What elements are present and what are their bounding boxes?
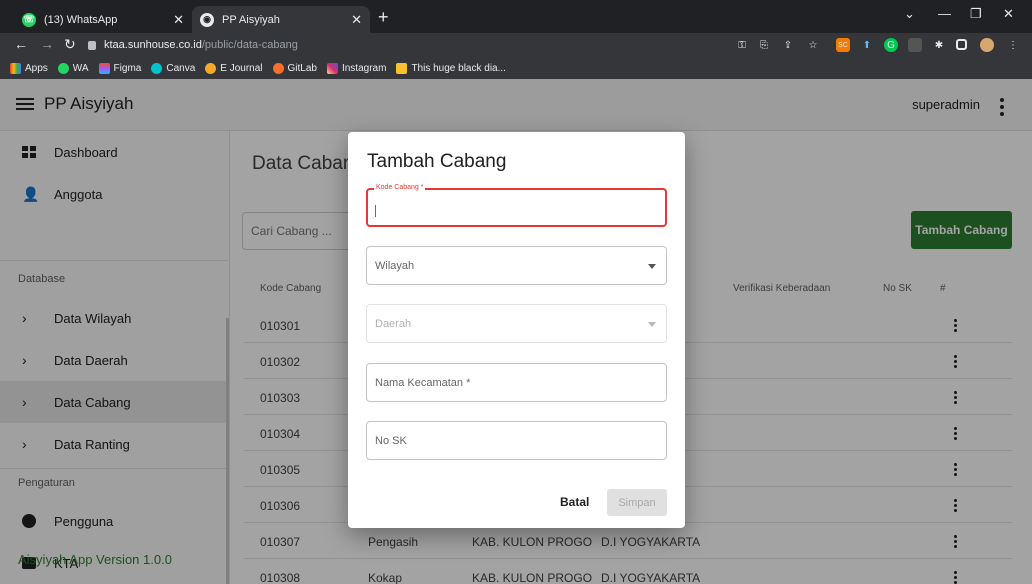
globe-icon: ◉ <box>200 12 214 27</box>
save-button[interactable]: Simpan <box>607 489 667 516</box>
text-cursor <box>375 205 376 217</box>
kode-cabang-field[interactable]: Kode Cabang * <box>366 184 667 227</box>
extension-gray-icon[interactable] <box>908 38 922 52</box>
close-tab-icon[interactable]: ✕ <box>351 12 362 28</box>
bookmark-canva[interactable]: Canva <box>151 62 196 74</box>
url-field[interactable]: ktaa.sunhouse.co.id/public/data-cabang <box>88 36 298 54</box>
key-icon[interactable]: ⚿ <box>735 38 749 52</box>
extension-arrow-icon[interactable]: ⬆ <box>860 38 874 52</box>
tab-whatsapp[interactable]: ☏ (13) WhatsApp ✕ <box>14 6 192 33</box>
gitlab-icon <box>272 62 284 74</box>
star-icon[interactable]: ☆ <box>806 38 820 52</box>
journal-icon <box>205 62 217 74</box>
dialog-title: Tambah Cabang <box>367 151 507 172</box>
address-bar: ← → ↻ ktaa.sunhouse.co.id/public/data-ca… <box>0 33 1032 57</box>
restore-icon[interactable]: ❐ <box>970 6 982 22</box>
bookmark-ejournal[interactable]: E Journal <box>205 62 263 74</box>
bookmark-huge-black[interactable]: This huge black dia... <box>396 62 506 74</box>
bookmark-label: Figma <box>113 62 142 74</box>
new-tab-icon[interactable]: + <box>378 7 389 28</box>
bookmark-gitlab[interactable]: GitLab <box>272 62 317 74</box>
bookmark-label: GitLab <box>287 62 317 74</box>
no-sk-placeholder: No SK <box>375 435 407 447</box>
close-tab-icon[interactable]: ✕ <box>173 12 184 28</box>
bookmark-label: WA <box>72 62 89 74</box>
chevron-down-icon[interactable]: ⌄ <box>904 6 915 22</box>
instagram-icon <box>326 62 338 74</box>
whatsapp-icon <box>57 62 69 74</box>
url-host: ktaa.sunhouse.co.id <box>104 39 202 51</box>
bookmark-apps[interactable]: Apps <box>10 62 48 74</box>
url-path: /public/data-cabang <box>201 39 298 51</box>
wilayah-select[interactable]: Wilayah <box>366 246 667 285</box>
nama-kecamatan-field[interactable]: Nama Kecamatan * <box>366 363 667 402</box>
tab-pp-aisyiyah[interactable]: ◉ PP Aisyiyah ✕ <box>192 6 370 33</box>
dropdown-arrow-icon <box>648 264 656 269</box>
grammarly-icon[interactable]: G <box>884 38 898 52</box>
whatsapp-icon: ☏ <box>22 12 36 27</box>
browser-menu-icon[interactable]: ⋮ <box>1006 38 1020 52</box>
back-icon[interactable]: ← <box>14 36 28 52</box>
browser-tab-bar: ☏ (13) WhatsApp ✕ ◉ PP Aisyiyah ✕ + ⌄ — … <box>0 0 1032 33</box>
wilayah-placeholder: Wilayah <box>375 260 415 272</box>
tambah-cabang-dialog: Tambah Cabang Kode Cabang * Wilayah Daer… <box>348 132 685 528</box>
daerah-placeholder: Daerah <box>375 318 412 330</box>
bookmark-figma[interactable]: Figma <box>98 62 142 74</box>
kode-cabang-label: Kode Cabang * <box>374 184 426 191</box>
minimize-icon[interactable]: — <box>938 6 951 21</box>
bookmark-label: E Journal <box>220 62 263 74</box>
bookmark-label: Instagram <box>341 62 387 74</box>
close-window-icon[interactable]: ✕ <box>1003 6 1014 22</box>
sidepanel-icon[interactable] <box>956 39 967 50</box>
no-sk-field[interactable]: No SK <box>366 421 667 460</box>
reload-icon[interactable]: ↻ <box>64 36 76 53</box>
bookmarks-bar: Apps WA Figma Canva E Journal GitLab Ins… <box>0 57 1032 79</box>
bookmark-label: Canva <box>166 62 196 74</box>
lock-icon <box>88 40 96 50</box>
tab-title: PP Aisyiyah <box>222 13 280 26</box>
figma-icon <box>98 62 110 74</box>
nama-kecamatan-placeholder: Nama Kecamatan * <box>375 377 471 389</box>
extension-sc-icon[interactable]: SC <box>836 38 850 52</box>
apps-grid-icon <box>10 62 21 74</box>
puzzle-icon[interactable]: ✱ <box>932 38 946 52</box>
cancel-button[interactable]: Batal <box>560 495 589 509</box>
bookmark-instagram[interactable]: Instagram <box>326 62 387 74</box>
translate-icon[interactable]: ⎘ <box>757 38 771 52</box>
daerah-select: Daerah <box>366 304 667 343</box>
share-icon[interactable]: ⇪ <box>781 38 795 52</box>
bookmark-wa[interactable]: WA <box>57 62 89 74</box>
folder-icon <box>396 62 408 74</box>
tab-title: (13) WhatsApp <box>44 13 118 26</box>
forward-icon[interactable]: → <box>40 36 54 52</box>
dropdown-arrow-icon <box>648 322 656 327</box>
bookmark-label: This huge black dia... <box>411 62 506 74</box>
profile-avatar-icon[interactable] <box>980 38 994 52</box>
bookmark-label: Apps <box>25 62 48 74</box>
canva-icon <box>151 62 163 74</box>
